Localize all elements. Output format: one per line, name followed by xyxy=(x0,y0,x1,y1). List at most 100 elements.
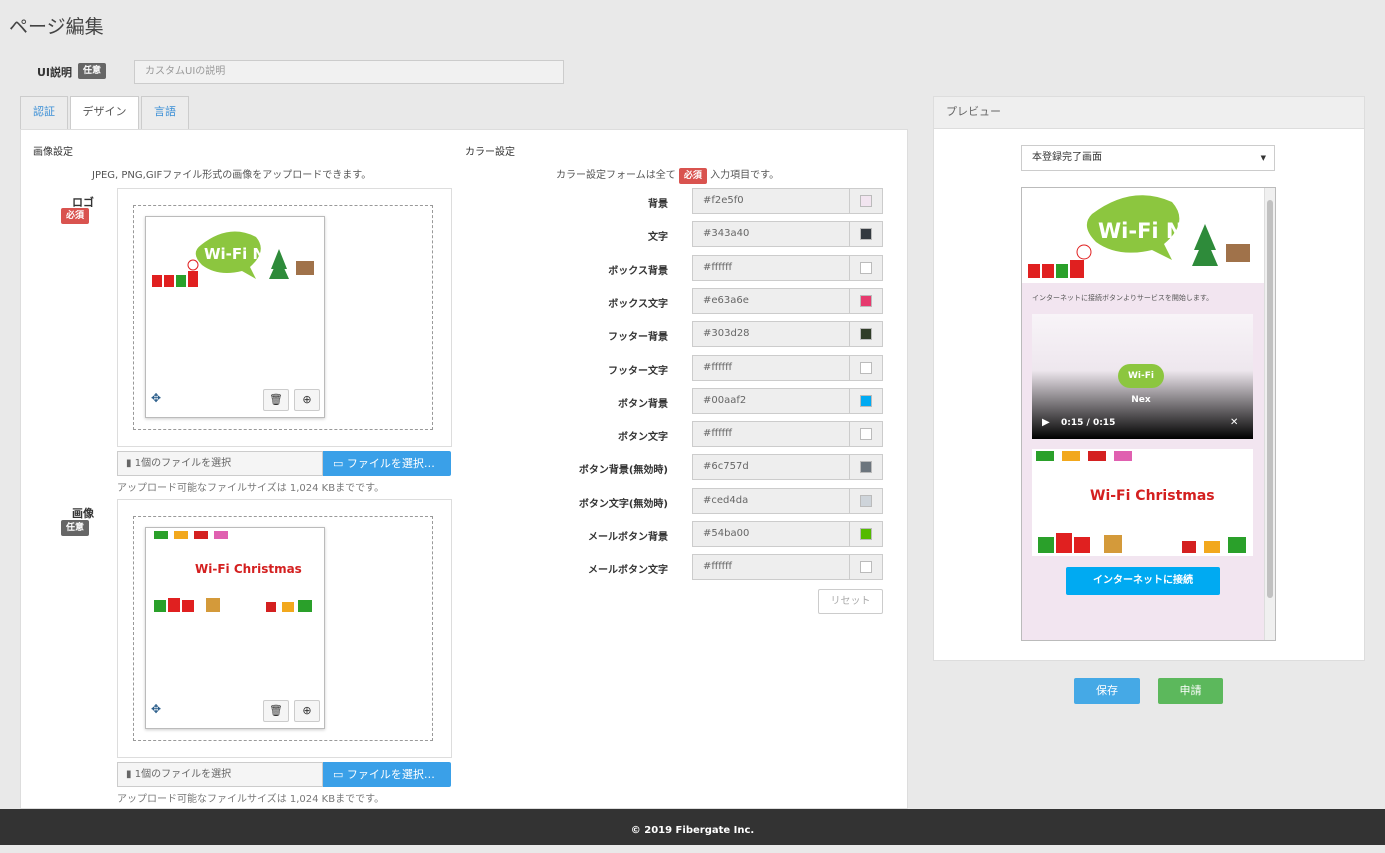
color-input[interactable]: #6c757d xyxy=(692,454,850,480)
folder-icon: ▭ xyxy=(333,768,344,781)
preview-video[interactable]: Wi-Fi Nex ▶ 0:15 / 0:15 ✕ xyxy=(1032,314,1253,439)
color-swatch xyxy=(860,228,872,240)
preview-message: インターネットに接続ボタンよりサービスを開始します。 xyxy=(1032,294,1214,302)
logo-file-name[interactable]: ▮ 1個のファイルを選択 xyxy=(117,451,323,476)
color-label: フッター文字 xyxy=(608,366,668,377)
color-input[interactable]: #e63a6e xyxy=(692,288,850,314)
required-badge: 必須 xyxy=(61,208,90,224)
logo-file-button-label: ファイルを選択… xyxy=(346,457,435,470)
color-swatch xyxy=(860,428,872,440)
color-label: ボタン文字(無効時) xyxy=(578,499,668,510)
logo-file-button[interactable]: ▭ ファイルを選択… xyxy=(323,451,451,476)
footer-copyright: © 2019 Fibergate Inc. xyxy=(0,809,1385,845)
screen-select[interactable]: 本登録完了画面 ▼ xyxy=(1021,145,1275,171)
color-input[interactable]: #00aaf2 xyxy=(692,388,850,414)
ui-description-input[interactable]: カスタムUIの説明 xyxy=(134,60,564,84)
folder-icon: ▭ xyxy=(333,457,344,470)
color-picker-button[interactable] xyxy=(850,355,883,381)
image-file-button[interactable]: ▭ ファイルを選択… xyxy=(323,762,451,787)
logo-thumbnail: Wi-Fi Nex ✥ 🗑 ⊕ xyxy=(145,216,325,418)
image-size-note: アップロード可能なファイルサイズは 1,024 KBまでです。 xyxy=(117,794,385,805)
color-picker-button[interactable] xyxy=(850,488,883,514)
color-label: ボタン背景(無効時) xyxy=(578,465,668,476)
logo-file-placeholder: 1個のファイルを選択 xyxy=(134,458,232,469)
optional-badge: 任意 xyxy=(61,520,90,536)
color-settings-note: カラー設定フォームは全て 必須 入力項目です。 xyxy=(556,166,779,184)
preview-logo-image: Wi-Fi Nex xyxy=(1022,188,1265,283)
color-picker-button[interactable] xyxy=(850,521,883,547)
color-swatch xyxy=(860,528,872,540)
christmas-image: Wi-Fi Christmas xyxy=(146,528,324,618)
file-icon: ▮ xyxy=(126,769,132,780)
color-picker-button[interactable] xyxy=(850,421,883,447)
zoom-icon[interactable]: ⊕ xyxy=(294,700,320,722)
color-input[interactable]: #ffffff xyxy=(692,421,850,447)
color-swatch xyxy=(860,262,872,274)
color-input[interactable]: #ffffff xyxy=(692,554,850,580)
christmas-image-text: Wi-Fi Christmas xyxy=(195,562,302,576)
preview-banner-text: Wi-Fi Christmas xyxy=(1090,488,1215,504)
tab-auth[interactable]: 認証 xyxy=(20,96,68,129)
color-label: メールボタン背景 xyxy=(588,532,668,543)
color-swatch xyxy=(860,495,872,507)
color-picker-button[interactable] xyxy=(850,221,883,247)
image-file-name[interactable]: ▮ 1個のファイルを選択 xyxy=(117,762,323,787)
color-input[interactable]: #ced4da xyxy=(692,488,850,514)
color-label: ボックス背景 xyxy=(608,266,668,277)
logo-image: Wi-Fi Nex xyxy=(146,217,324,289)
color-swatch xyxy=(860,295,872,307)
preview-phone: Wi-Fi Nex インターネットに接続ボタンよりサービスを開始します。 Wi-… xyxy=(1021,187,1276,641)
connect-button[interactable]: インターネットに接続 xyxy=(1066,567,1220,595)
video-logo: Wi-Fi Nex xyxy=(1118,364,1164,405)
color-label: フッター背景 xyxy=(608,332,668,343)
color-swatch xyxy=(860,461,872,473)
preview-title: プレビュー xyxy=(934,97,1364,129)
color-input[interactable]: #ffffff xyxy=(692,355,850,381)
zoom-icon[interactable]: ⊕ xyxy=(294,389,320,411)
save-button[interactable]: 保存 xyxy=(1074,678,1140,704)
color-picker-button[interactable] xyxy=(850,454,883,480)
preview-scrollbar[interactable] xyxy=(1264,188,1275,640)
color-swatch xyxy=(860,561,872,573)
tab-language[interactable]: 言語 xyxy=(141,96,189,129)
color-settings-title: カラー設定 xyxy=(465,147,515,158)
color-input[interactable]: #303d28 xyxy=(692,321,850,347)
color-picker-button[interactable] xyxy=(850,255,883,281)
image-format-note: JPEG, PNG,GIFファイル形式の画像をアップロードできます。 xyxy=(92,170,372,181)
color-input[interactable]: #343a40 xyxy=(692,221,850,247)
color-picker-button[interactable] xyxy=(850,388,883,414)
screen-select-value: 本登録完了画面 xyxy=(1032,152,1102,163)
image-file-placeholder: 1個のファイルを選択 xyxy=(134,769,232,780)
delete-icon[interactable]: 🗑 xyxy=(263,700,289,722)
logo-size-note: アップロード可能なファイルサイズは 1,024 KBまでです。 xyxy=(117,483,385,494)
move-icon[interactable]: ✥ xyxy=(151,391,161,405)
reset-button[interactable]: リセット xyxy=(818,589,883,614)
color-picker-button[interactable] xyxy=(850,288,883,314)
color-input[interactable]: #f2e5f0 xyxy=(692,188,850,214)
color-label: 背景 xyxy=(648,199,668,210)
color-label: ボックス文字 xyxy=(608,299,668,310)
scroll-thumb[interactable] xyxy=(1267,200,1273,598)
apply-button[interactable]: 申請 xyxy=(1158,678,1223,704)
color-swatch xyxy=(860,328,872,340)
color-picker-button[interactable] xyxy=(850,321,883,347)
mute-icon[interactable]: ✕ xyxy=(1230,417,1238,428)
color-label: メールボタン文字 xyxy=(588,565,668,576)
color-input[interactable]: #ffffff xyxy=(692,255,850,281)
logo-image-text: Wi-Fi Nex xyxy=(204,245,285,263)
color-input[interactable]: #54ba00 xyxy=(692,521,850,547)
required-badge: 必須 xyxy=(678,168,707,184)
color-picker-button[interactable] xyxy=(850,188,883,214)
image-thumbnail: Wi-Fi Christmas ✥ 🗑 ⊕ xyxy=(145,527,325,729)
tab-design[interactable]: デザイン xyxy=(70,96,139,130)
chevron-down-icon: ▼ xyxy=(1260,154,1266,162)
color-swatch xyxy=(860,362,872,374)
delete-icon[interactable]: 🗑 xyxy=(263,389,289,411)
play-icon[interactable]: ▶ xyxy=(1042,417,1050,428)
preview-banner-image: Wi-Fi Christmas xyxy=(1032,449,1253,556)
move-icon[interactable]: ✥ xyxy=(151,702,161,716)
color-note-after: 入力項目です。 xyxy=(710,170,780,181)
video-time: 0:15 / 0:15 xyxy=(1061,418,1116,428)
color-picker-button[interactable] xyxy=(850,554,883,580)
color-label: ボタン文字 xyxy=(618,432,668,443)
